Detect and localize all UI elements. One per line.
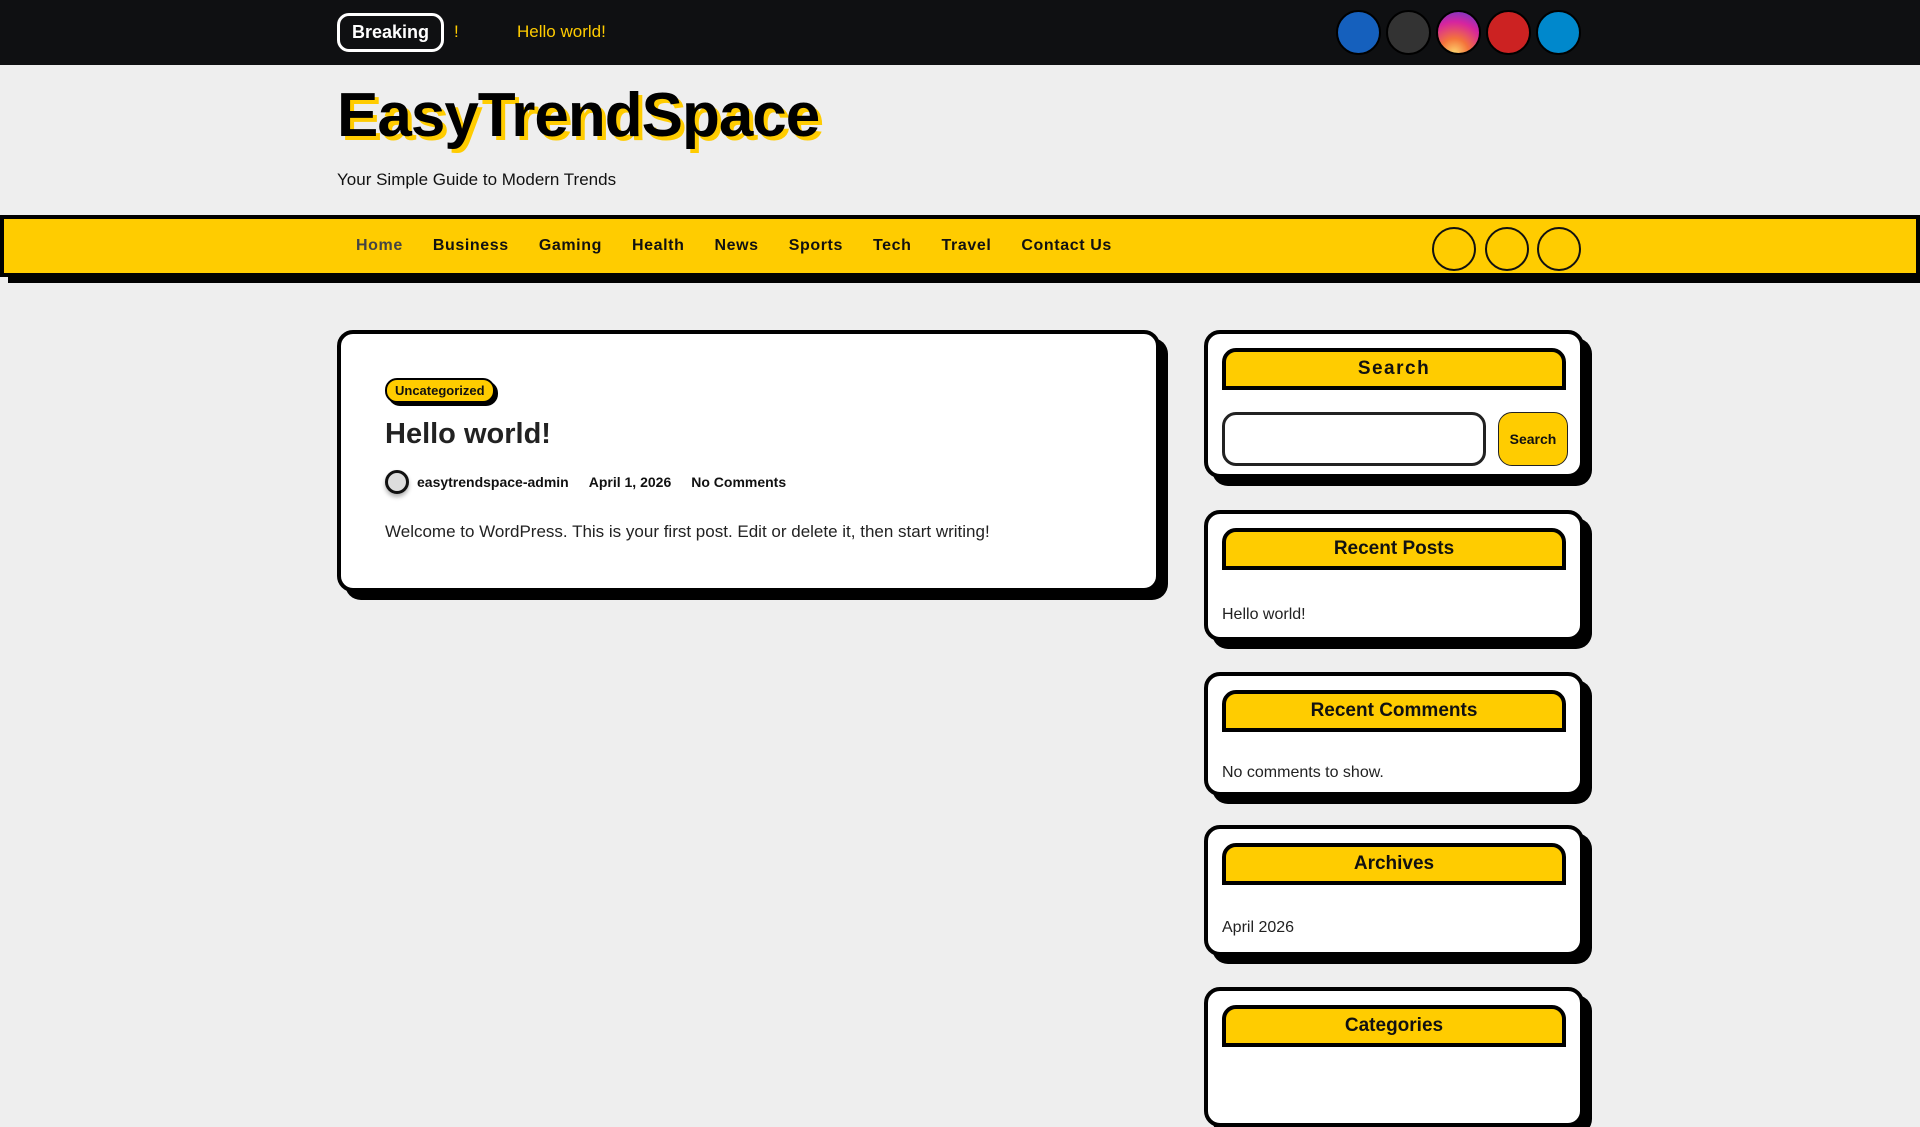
widget-title: Recent Posts xyxy=(1222,528,1566,570)
site-tagline: Your Simple Guide to Modern Trends xyxy=(337,170,617,189)
nav-health[interactable]: Health xyxy=(617,237,700,255)
search-toggle-icon[interactable] xyxy=(1432,227,1476,271)
post-card: Uncategorized Hello world! easytrendspac… xyxy=(337,330,1160,592)
post-meta: easytrendspace-admin April 1, 2026 No Co… xyxy=(385,470,786,494)
widget-title: Search xyxy=(1222,348,1566,390)
search-input[interactable] xyxy=(1222,412,1486,466)
post-excerpt: Welcome to WordPress. This is your first… xyxy=(385,522,990,541)
nav-tech[interactable]: Tech xyxy=(858,237,927,255)
nav-gaming[interactable]: Gaming xyxy=(524,237,617,255)
nav-sports[interactable]: Sports xyxy=(774,237,858,255)
post-author[interactable]: easytrendspace-admin xyxy=(417,474,569,490)
nav-home[interactable]: Home xyxy=(341,237,418,255)
breaking-label: Breaking xyxy=(337,13,445,52)
post-comments[interactable]: No Comments xyxy=(691,474,786,490)
ticker-separator: ! xyxy=(454,22,459,41)
telegram-icon[interactable] xyxy=(1536,10,1581,55)
main-navigation: Home Business Gaming Health News Sports … xyxy=(0,215,1920,277)
nav-contact-us[interactable]: Contact Us xyxy=(1006,237,1126,255)
top-bar: Breaking ! Hello world! xyxy=(0,0,1920,65)
categories-widget: Categories xyxy=(1204,987,1584,1127)
search-widget: Search Search xyxy=(1204,330,1584,478)
instagram-icon[interactable] xyxy=(1436,10,1481,55)
facebook-icon[interactable] xyxy=(1336,10,1381,55)
recent-posts-widget: Recent Posts Hello world! xyxy=(1204,510,1584,641)
ticker-link[interactable]: Hello world! xyxy=(517,22,606,42)
x-twitter-icon[interactable] xyxy=(1386,10,1431,55)
category-badge[interactable]: Uncategorized xyxy=(385,378,495,403)
search-button[interactable]: Search xyxy=(1498,412,1568,466)
site-title[interactable]: EasyTrendSpace xyxy=(337,80,820,151)
recent-post-link[interactable]: Hello world! xyxy=(1222,606,1306,624)
menu-toggle-icon[interactable] xyxy=(1537,227,1581,271)
youtube-icon[interactable] xyxy=(1486,10,1531,55)
archive-link[interactable]: April 2026 xyxy=(1222,919,1294,937)
post-title[interactable]: Hello world! xyxy=(385,418,551,451)
no-comments-text: No comments to show. xyxy=(1222,764,1384,781)
widget-title: Recent Comments xyxy=(1222,690,1566,732)
archives-widget: Archives April 2026 xyxy=(1204,825,1584,956)
author-avatar xyxy=(385,470,409,494)
nav-travel[interactable]: Travel xyxy=(927,237,1007,255)
widget-title: Archives xyxy=(1222,843,1566,885)
widget-title: Categories xyxy=(1222,1005,1566,1047)
post-date[interactable]: April 1, 2026 xyxy=(589,474,672,490)
nav-business[interactable]: Business xyxy=(418,237,524,255)
theme-toggle-icon[interactable] xyxy=(1485,227,1529,271)
nav-news[interactable]: News xyxy=(699,237,773,255)
recent-comments-widget: Recent Comments No comments to show. xyxy=(1204,672,1584,796)
